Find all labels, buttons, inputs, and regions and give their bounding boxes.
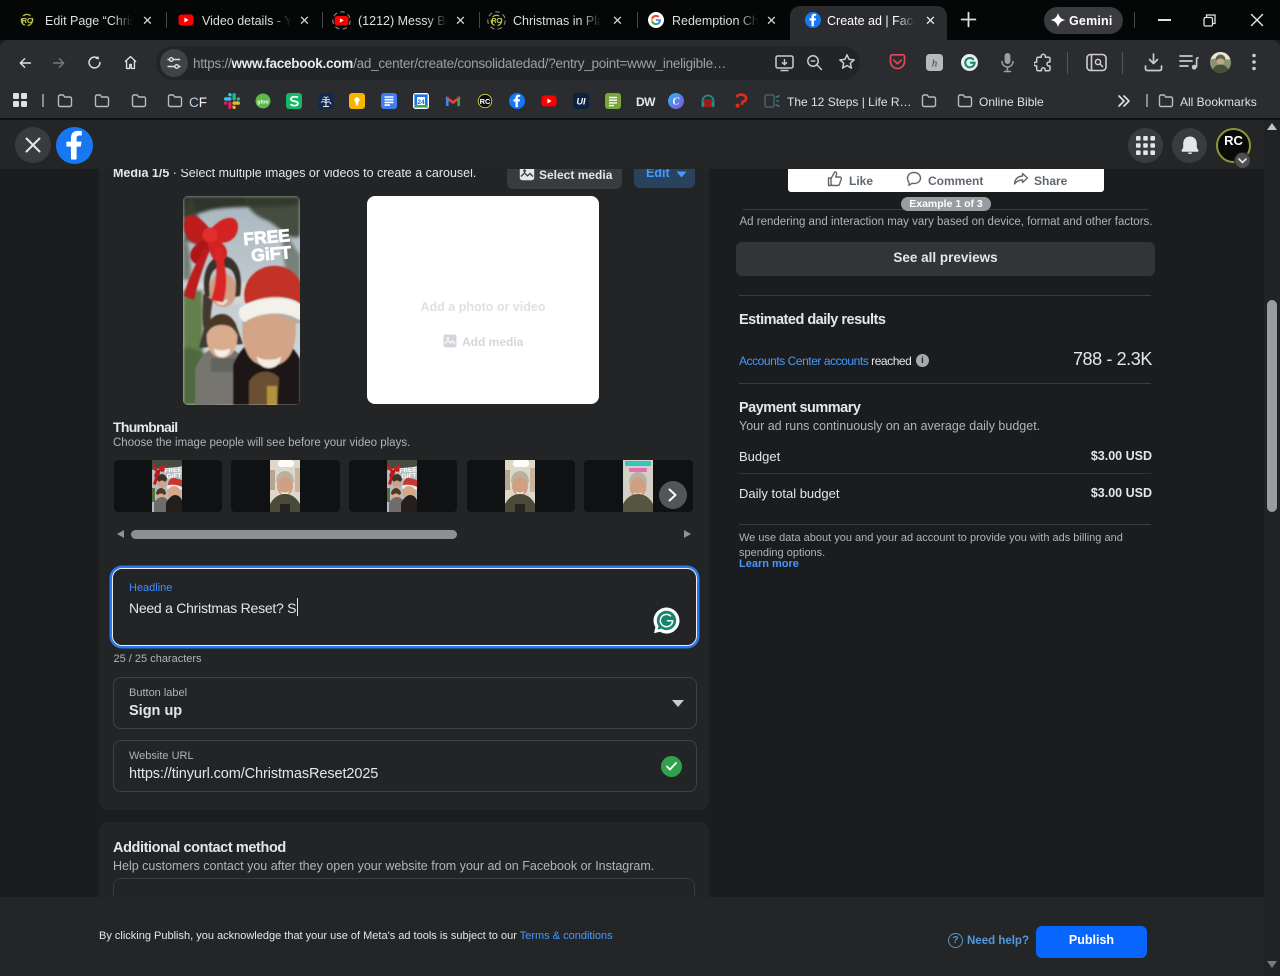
svg-text:RC: RC [491,18,501,25]
svg-text:UI: UI [577,97,586,107]
svg-text:C: C [673,97,680,108]
svg-text:gloo: gloo [257,99,269,105]
svg-text:RC: RC [22,16,33,25]
svg-text:GiFT: GiFT [250,242,292,265]
svg-text:RC: RC [480,97,491,106]
svg-text:24: 24 [417,99,425,106]
svg-text:h: h [932,58,938,70]
